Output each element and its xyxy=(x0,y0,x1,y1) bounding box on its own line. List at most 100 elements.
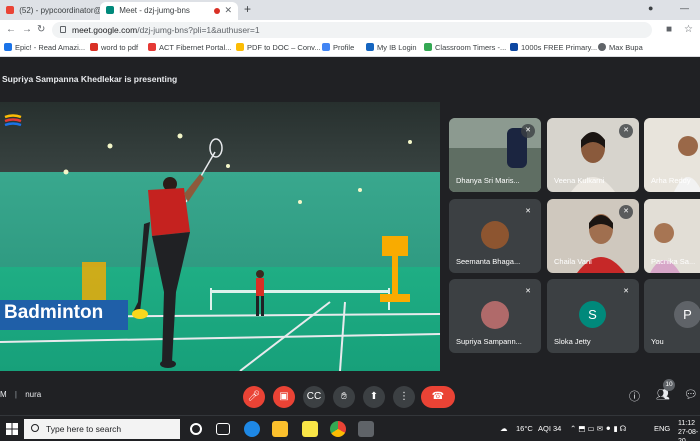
bookmark-ib-login[interactable]: My IB Login xyxy=(366,43,417,52)
meeting-info: M | nura xyxy=(0,390,41,399)
participant-initial-avatar: P xyxy=(674,301,700,328)
taskbar-search-box[interactable]: Type here to search xyxy=(24,419,180,439)
windows-taskbar: Type here to search ☁︎ 16°C AQI 34 ⌃ ⬒ ▭… xyxy=(0,415,700,441)
tab-label: Meet - dzj-jumg-bns xyxy=(119,6,190,15)
recording-indicator-icon xyxy=(214,8,220,14)
bookmark-label: PDF to DOC – Conv... xyxy=(247,43,321,52)
mic-toggle-button[interactable]: 🎤︎ xyxy=(243,386,265,408)
more-options-button[interactable]: ⋮ xyxy=(393,386,415,408)
participant-tile-self[interactable]: P You xyxy=(644,279,700,353)
close-tab-icon[interactable]: ✕ xyxy=(224,5,232,16)
url-field[interactable]: meet.google.com/dzj-jumg-bns?pli=1&authu… xyxy=(52,22,652,38)
participant-tile[interactable]: ✕ Chaila Vani xyxy=(547,199,639,273)
participant-tile[interactable]: S ✕ Sloka Jetty xyxy=(547,279,639,353)
mic-muted-icon: ✕ xyxy=(521,124,535,138)
task-view-icon[interactable] xyxy=(216,423,230,435)
slide-title: Badminton xyxy=(0,300,128,330)
minimize-icon[interactable]: — xyxy=(680,3,689,13)
bookmark-free-primary[interactable]: 1000s FREE Primary... xyxy=(510,43,597,52)
mic-muted-icon: ✕ xyxy=(619,285,633,299)
profile-icon[interactable]: ● xyxy=(648,3,653,13)
court-scene-graphic xyxy=(0,133,440,371)
epic-icon xyxy=(4,43,12,51)
participant-name: Chaila Vani xyxy=(554,257,592,266)
clock-date: 27-08-20 xyxy=(678,429,699,441)
url-host: meet.google.com xyxy=(72,25,138,35)
bookmark-label: Profile xyxy=(333,43,355,52)
mic-muted-icon: ✕ xyxy=(521,205,535,219)
bookmark-profile[interactable]: Profile xyxy=(322,43,354,52)
weather-icon[interactable]: ☁︎ xyxy=(500,424,508,433)
sticky-notes-icon[interactable] xyxy=(302,421,318,437)
participant-avatar xyxy=(481,301,509,329)
cortana-icon[interactable] xyxy=(190,423,202,435)
timer-icon xyxy=(424,43,432,51)
school-logo-icon xyxy=(4,114,22,127)
input-language[interactable]: ENG xyxy=(654,424,670,433)
chat-icon[interactable]: 💬︎ xyxy=(684,388,698,401)
mic-muted-icon: ✕ xyxy=(619,124,633,138)
reload-icon[interactable]: ↻ xyxy=(37,24,45,35)
participant-count-badge: 10 xyxy=(663,379,675,391)
bookmark-label: Epic! - Read Amazi... xyxy=(15,43,86,52)
present-button[interactable]: ⬆ xyxy=(363,386,385,408)
separator: | xyxy=(14,390,17,399)
bookmark-label: My IB Login xyxy=(377,43,417,52)
presentation-stage[interactable]: Badminton xyxy=(0,102,440,371)
pdf-icon xyxy=(236,43,244,51)
tab-pypcoordinator[interactable]: (52) - pypcoordinator@the xyxy=(0,2,100,20)
chrome-icon[interactable] xyxy=(330,421,346,437)
meet-icon xyxy=(106,6,114,14)
bookmark-epic[interactable]: Epic! - Read Amazi... xyxy=(4,43,85,52)
bookmark-classroom-timers[interactable]: Classroom Timers -... xyxy=(424,43,506,52)
meeting-details-icon[interactable]: ⓘ xyxy=(629,388,640,404)
sb-icon xyxy=(510,43,518,51)
forward-icon[interactable]: → xyxy=(22,24,32,35)
ib-icon xyxy=(366,43,374,51)
search-placeholder: Type here to search xyxy=(46,424,122,434)
bookmark-label: Classroom Timers -... xyxy=(435,43,507,52)
participant-tile[interactable]: ✕ Supriya Sampann... xyxy=(449,279,541,353)
tab-label: (52) - pypcoordinator@the xyxy=(19,6,100,15)
system-clock[interactable]: 11:12 27-08-20 xyxy=(678,419,700,441)
mic-muted-icon: ✕ xyxy=(619,205,633,219)
browser-tab-bar: (52) - pypcoordinator@the Meet - dzj-jum… xyxy=(0,0,700,20)
back-icon[interactable]: ← xyxy=(6,24,16,35)
participant-tile[interactable]: ✕ Seemanta Bhaga... xyxy=(449,199,541,273)
gmail-icon xyxy=(6,6,14,14)
camera-toggle-button[interactable]: ▣ xyxy=(273,386,295,408)
participant-tile[interactable]: ✕ Dhanya Sri Maris... xyxy=(449,118,541,192)
bookmarks-bar: Epic! - Read Amazi... word to pdf ACT Fi… xyxy=(0,40,700,57)
clock-time: 11:12 xyxy=(678,420,695,427)
participant-tile[interactable]: ✕ Veena Kulkarni xyxy=(547,118,639,192)
edge-icon[interactable] xyxy=(244,421,260,437)
participant-name: Supriya Sampann... xyxy=(456,337,522,346)
new-tab-button[interactable]: + xyxy=(244,2,251,16)
tray-icons[interactable]: ⌃ ⬒ ▭ ✉ ⚫ ▮ ☊ xyxy=(570,424,626,433)
windows-start-icon[interactable] xyxy=(6,423,18,435)
tab-meet[interactable]: Meet - dzj-jumg-bns ✕ xyxy=(100,2,238,20)
meet-window: Supriya Sampanna Khedlekar is presenting xyxy=(0,57,700,415)
bookmark-act-fibernet[interactable]: ACT Fibernet Portal... xyxy=(148,43,231,52)
raise-hand-button[interactable]: ✋︎ xyxy=(333,386,355,408)
participant-tile[interactable]: Pacnika Sa... xyxy=(644,199,700,273)
participant-name: Sloka Jetty xyxy=(554,337,591,346)
participant-name: Seemanta Bhaga... xyxy=(456,257,521,266)
captions-button[interactable]: CC xyxy=(303,386,325,408)
bookmark-word-to-pdf[interactable]: word to pdf xyxy=(90,43,138,52)
app-icon[interactable] xyxy=(358,421,374,437)
star-icon[interactable]: ☆ xyxy=(684,24,693,35)
file-explorer-icon[interactable] xyxy=(272,421,288,437)
temperature: 16°C xyxy=(516,424,533,433)
bookmark-pdf-to-doc[interactable]: PDF to DOC – Conv... xyxy=(236,43,321,52)
act-icon xyxy=(148,43,156,51)
leave-call-button[interactable]: ☎︎ xyxy=(421,386,455,408)
bookmark-max-bupa[interactable]: Max Bupa xyxy=(598,43,643,52)
participant-tile[interactable]: Arha Reddy xyxy=(644,118,700,192)
camera-icon[interactable]: ■ xyxy=(666,24,672,35)
participant-avatar xyxy=(481,221,509,249)
search-icon xyxy=(31,424,39,432)
bookmark-label: 1000s FREE Primary... xyxy=(521,43,598,52)
meeting-name: nura xyxy=(25,390,42,399)
participant-name: Arha Reddy xyxy=(651,176,691,185)
